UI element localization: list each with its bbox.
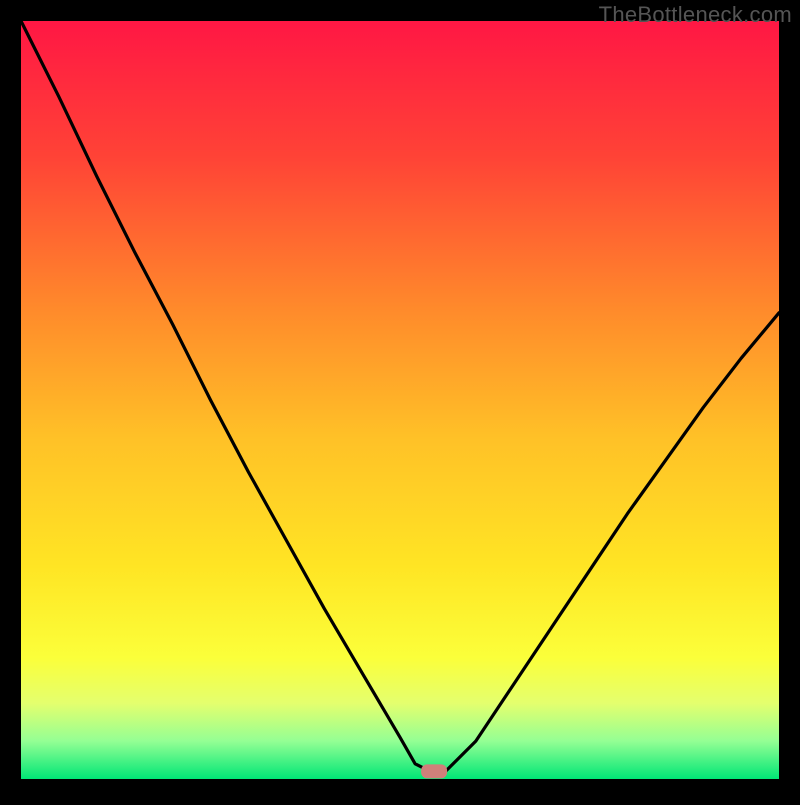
plot-area [21, 21, 779, 779]
bottleneck-chart [0, 0, 800, 800]
watermark-text: TheBottleneck.com [599, 2, 792, 28]
chart-container: TheBottleneck.com [0, 0, 800, 800]
optimum-marker [421, 764, 447, 778]
